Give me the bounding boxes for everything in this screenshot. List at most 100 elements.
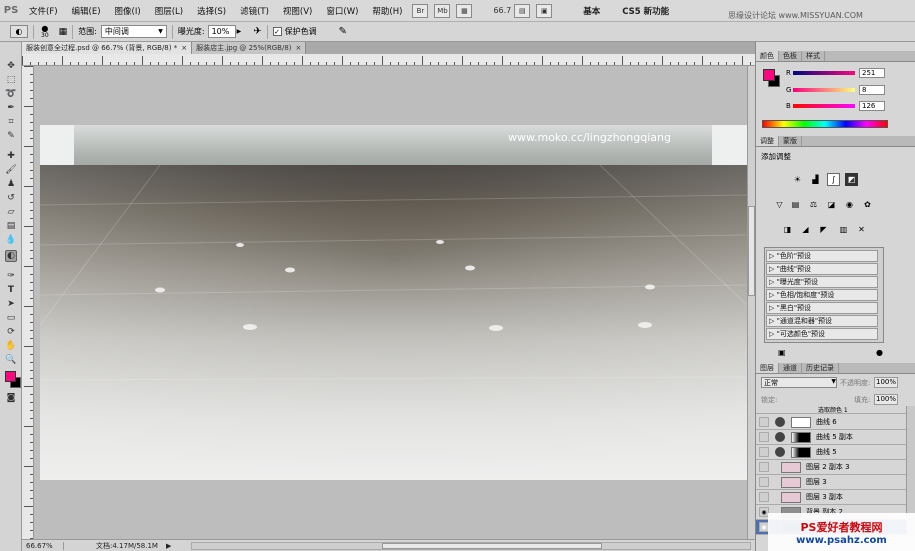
r-slider[interactable] [793, 71, 855, 75]
blend-mode-select[interactable]: 正常 ▼ [761, 377, 837, 388]
selective-color-icon[interactable]: ✕ [855, 223, 868, 236]
tab-color[interactable]: 颜色 [756, 51, 779, 61]
clone-stamp-tool-icon[interactable]: ♟ [5, 178, 17, 190]
posterize-icon[interactable]: ◢ [799, 223, 812, 236]
marquee-tool-icon[interactable]: ⬚ [5, 74, 17, 86]
eye-icon[interactable] [759, 462, 769, 472]
preset-curves[interactable]: ▷ "曲线"预设 [766, 263, 878, 275]
menu-file[interactable]: 文件(F) [22, 5, 65, 17]
tab-channels[interactable]: 通道 [779, 363, 802, 373]
preset-bw[interactable]: ▷ "黑白"预设 [766, 302, 878, 314]
screen-mode-icon[interactable]: ▣ [536, 3, 553, 18]
airbrush-icon[interactable]: ✈ [253, 26, 261, 37]
arrange-icon[interactable]: ▤ [514, 3, 531, 18]
eye-icon[interactable] [759, 417, 769, 427]
preset-exposure[interactable]: ▷ "曝光度"预设 [766, 276, 878, 288]
channel-mixer-icon[interactable]: ✿ [861, 198, 874, 211]
eye-icon[interactable] [759, 492, 769, 502]
invert-icon[interactable]: ◨ [781, 223, 794, 236]
history-brush-tool-icon[interactable]: ↺ [5, 192, 17, 204]
tab-layers[interactable]: 图层 [756, 363, 779, 373]
menu-help[interactable]: 帮助(H) [365, 5, 409, 17]
eye-icon[interactable] [759, 447, 769, 457]
status-arrow-icon[interactable]: ▶ [166, 542, 171, 550]
tab-swatches[interactable]: 色板 [779, 51, 802, 61]
quick-mask-icon[interactable]: ◙ [5, 392, 17, 404]
layer-row[interactable]: 图层 3 副本 [756, 490, 906, 505]
pen-tool-icon[interactable]: ✑ [5, 270, 17, 282]
tab-adjustments[interactable]: 调整 [756, 136, 779, 146]
zoom-level-select[interactable]: 66.7 [493, 6, 511, 15]
h-scroll-thumb[interactable] [382, 542, 603, 549]
fill-input[interactable]: 100% [874, 394, 898, 405]
vibrance-icon[interactable]: ▽ [773, 198, 786, 211]
protect-tones-checkbox[interactable]: ✓ [272, 27, 282, 36]
layer-row[interactable]: 曲线 5 副本 [756, 430, 906, 445]
eye-icon[interactable] [759, 477, 769, 487]
workspace-essentials[interactable]: 基本 [583, 5, 600, 17]
dodge-tool-preset-icon[interactable]: ◐ [10, 25, 28, 38]
layer-row[interactable]: 图层 2 副本 3 [756, 460, 906, 475]
workspace-new-features[interactable]: CS5 新功能 [622, 5, 669, 17]
close-icon[interactable]: × [181, 44, 187, 52]
tab-document-2[interactable]: 服装店主.jpg @ 25%(RGB/8) × [192, 42, 307, 54]
status-zoom[interactable]: 66.67% [26, 541, 64, 550]
brightness-icon[interactable]: ☀ [791, 173, 804, 186]
opacity-input[interactable]: 100% [874, 377, 898, 388]
threshold-icon[interactable]: ◤ [817, 223, 830, 236]
quick-select-tool-icon[interactable]: ✒ [5, 102, 17, 114]
eraser-tool-icon[interactable]: ▱ [5, 206, 17, 218]
r-value-input[interactable]: 251 [859, 68, 885, 78]
b-slider[interactable] [793, 104, 855, 108]
eye-icon[interactable] [759, 432, 769, 442]
black-white-icon[interactable]: ◪ [825, 198, 838, 211]
curves-icon[interactable]: ∫ [827, 173, 840, 186]
hue-sat-icon[interactable]: ▤ [789, 198, 802, 211]
adjust-footer-right-icon[interactable]: ● [876, 348, 883, 357]
gradient-tool-icon[interactable]: ▤ [5, 220, 17, 232]
vertical-ruler[interactable] [22, 66, 34, 539]
exposure-slider-toggle[interactable]: ▶ [237, 28, 242, 35]
menu-layer[interactable]: 图层(L) [148, 5, 190, 17]
3d-rotate-tool-icon[interactable]: ⟳ [5, 326, 17, 338]
layer-row[interactable]: 曲线 6 [756, 415, 906, 430]
layer-row[interactable]: 曲线 5 [756, 445, 906, 460]
tab-document-1[interactable]: 服装创意全过程.psd @ 66.7% (背景, RGB/8) * × [22, 42, 193, 54]
exposure-icon[interactable]: ◩ [845, 173, 858, 186]
pressure-icon[interactable]: ✎ [339, 26, 347, 37]
hand-tool-icon[interactable]: ✋ [5, 340, 17, 352]
exposure-input[interactable]: 10% [207, 25, 236, 38]
eyedropper-tool-icon[interactable]: ✎ [5, 130, 17, 142]
minibridge-icon[interactable]: Mb [434, 3, 451, 18]
menu-view[interactable]: 视图(V) [276, 5, 319, 17]
scroll-thumb[interactable] [748, 206, 755, 296]
adjust-footer-left-icon[interactable]: ▣ [778, 348, 786, 357]
color-spectrum-bar[interactable] [762, 120, 888, 128]
menu-image[interactable]: 图像(I) [108, 5, 148, 17]
document-image[interactable] [40, 125, 747, 480]
lasso-tool-icon[interactable]: ➰ [5, 88, 17, 100]
layer-row-partial[interactable]: 选取颜色 1 [756, 406, 906, 414]
horizontal-ruler[interactable] [22, 54, 755, 66]
vertical-scrollbar[interactable] [747, 66, 755, 539]
g-value-input[interactable]: 8 [859, 85, 885, 95]
photo-filter-icon[interactable]: ◉ [843, 198, 856, 211]
shape-tool-icon[interactable]: ▭ [5, 312, 17, 324]
preset-channel-mixer[interactable]: ▷ "通道混和器"预设 [766, 315, 878, 327]
dodge-tool-icon[interactable]: ◐ [5, 250, 17, 262]
layer-row[interactable]: 图层 3 [756, 475, 906, 490]
tab-masks[interactable]: 蒙版 [779, 136, 802, 146]
brush-tool-icon[interactable]: 🖌 [5, 164, 17, 176]
blur-tool-icon[interactable]: 💧 [5, 234, 17, 246]
close-icon[interactable]: × [296, 44, 302, 52]
color-balance-icon[interactable]: ⚖ [807, 198, 820, 211]
tab-history[interactable]: 历史记录 [802, 363, 839, 373]
menu-edit[interactable]: 编辑(E) [65, 5, 108, 17]
extras-icon[interactable]: ▦ [456, 3, 473, 18]
preset-levels[interactable]: ▷ "色阶"预设 [766, 250, 878, 262]
healing-brush-tool-icon[interactable]: ✚ [5, 150, 17, 162]
move-tool-icon[interactable]: ✥ [5, 60, 17, 72]
horizontal-scrollbar[interactable] [191, 541, 752, 550]
menu-window[interactable]: 窗口(W) [319, 5, 365, 17]
crop-tool-icon[interactable]: ⌗ [5, 116, 17, 128]
